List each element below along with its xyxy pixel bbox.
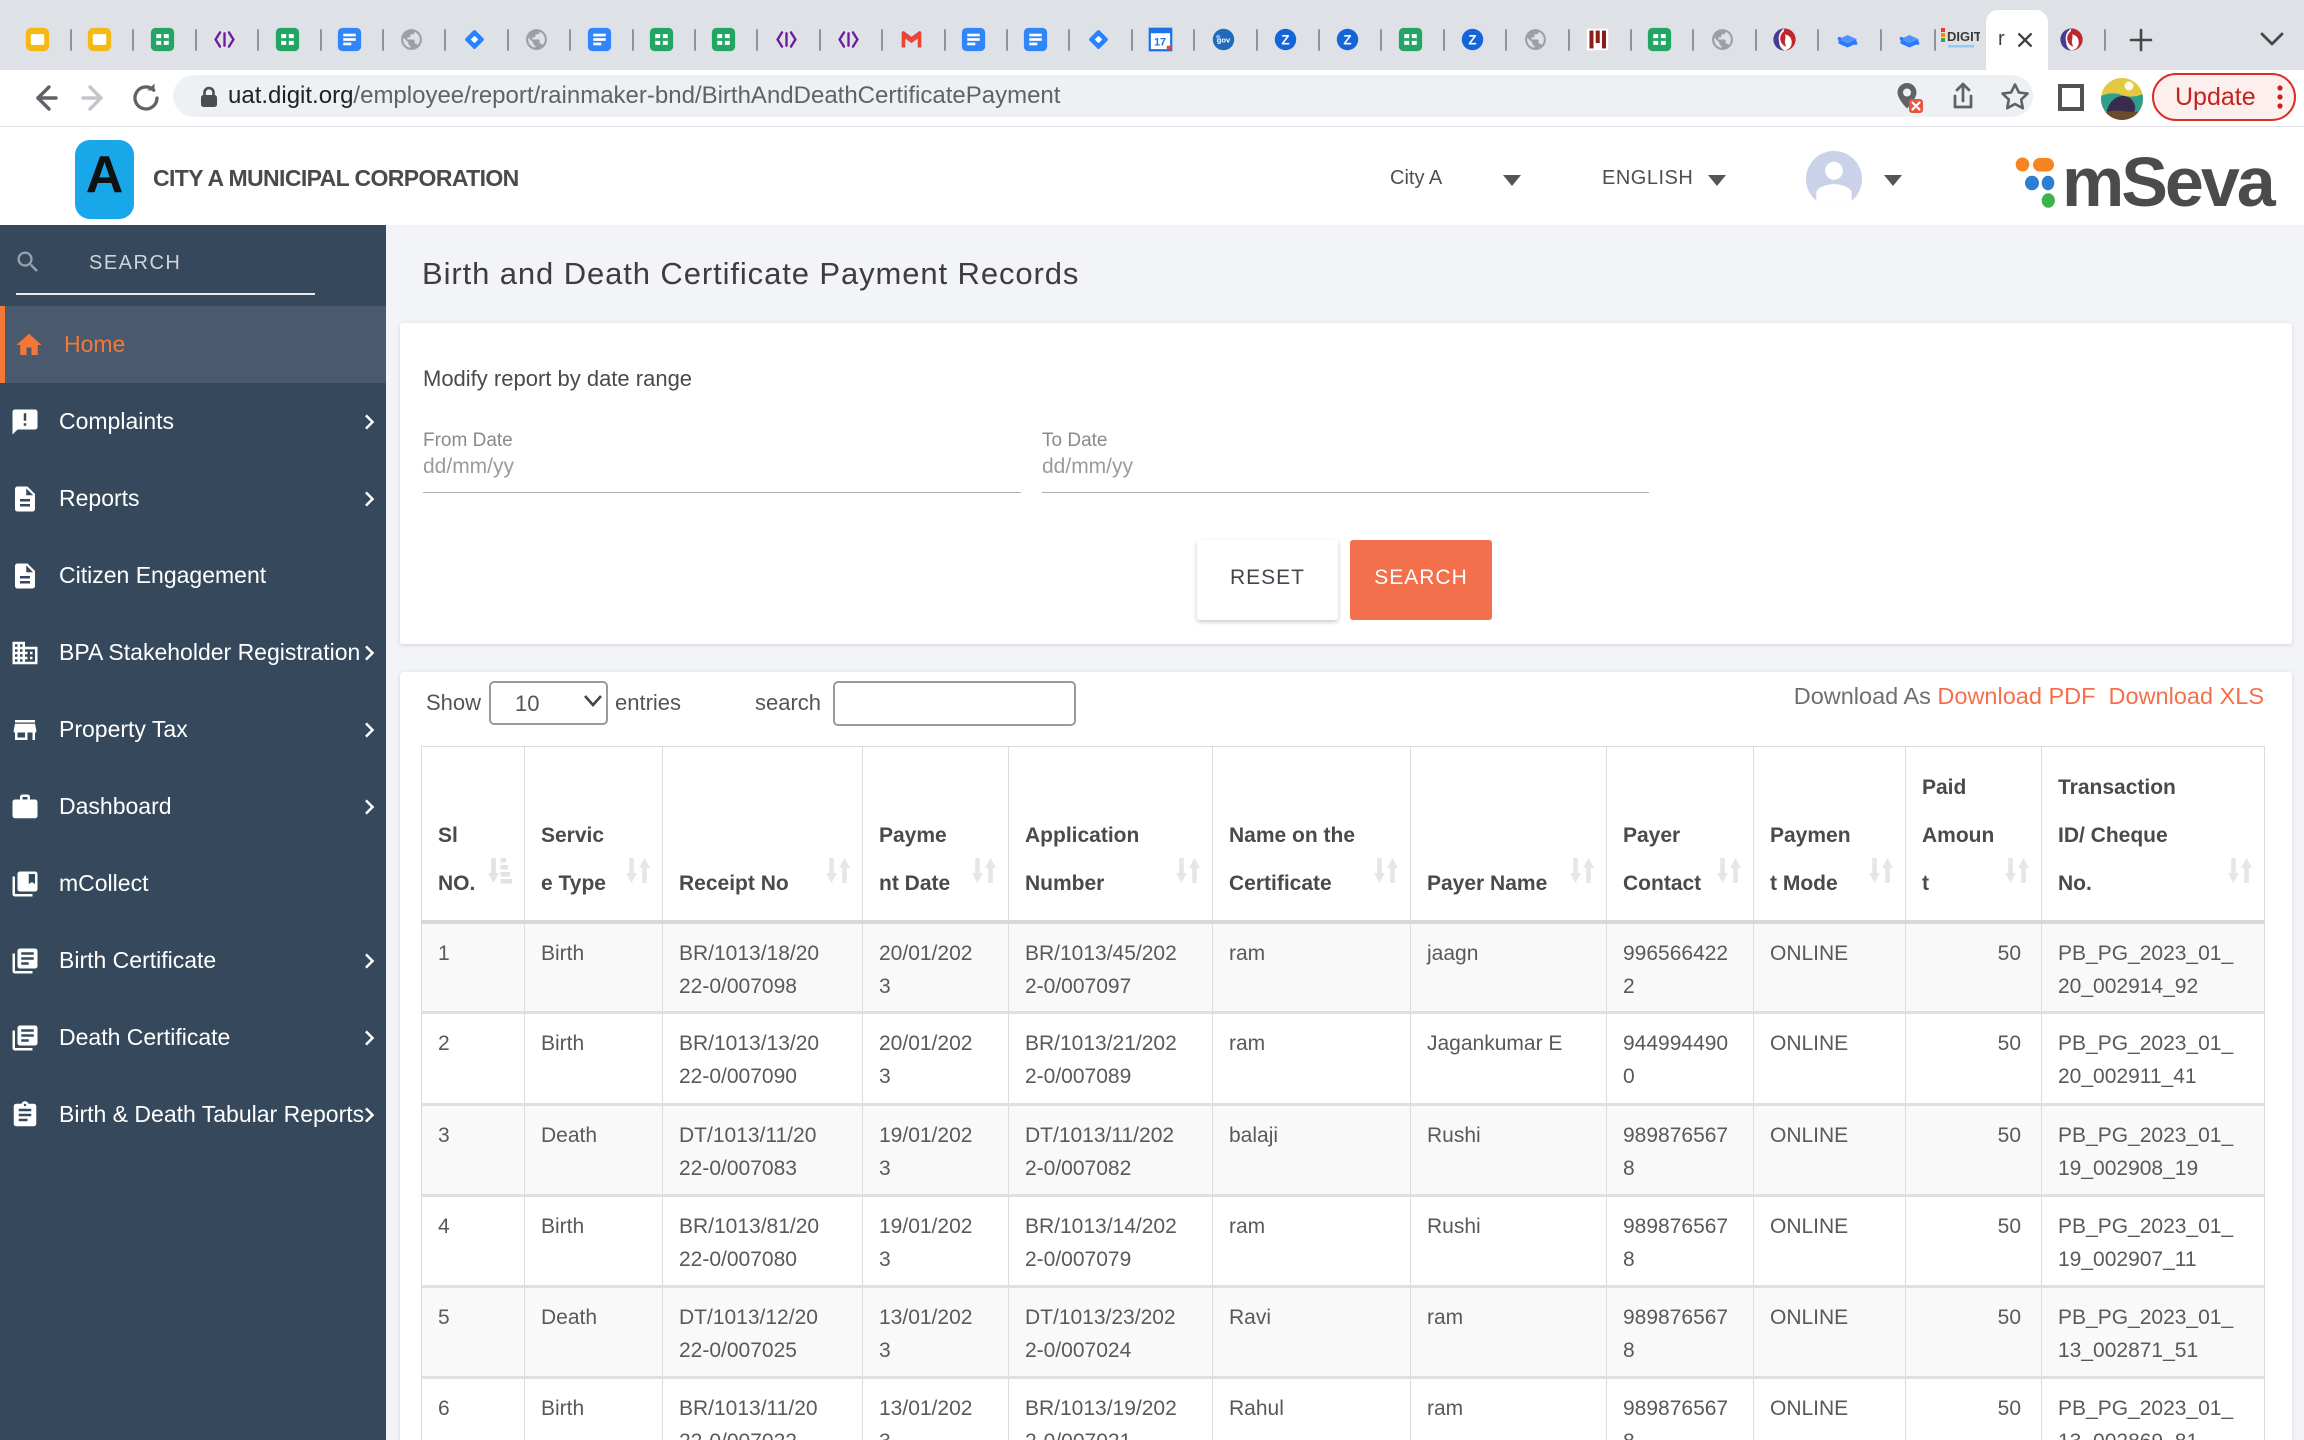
svg-text:Z: Z — [1343, 32, 1351, 47]
svg-text:Z: Z — [1281, 32, 1289, 47]
svg-text:17: 17 — [1154, 36, 1166, 48]
svg-text:DIGIT: DIGIT — [1947, 29, 1980, 44]
svg-text:Z: Z — [1468, 32, 1476, 47]
